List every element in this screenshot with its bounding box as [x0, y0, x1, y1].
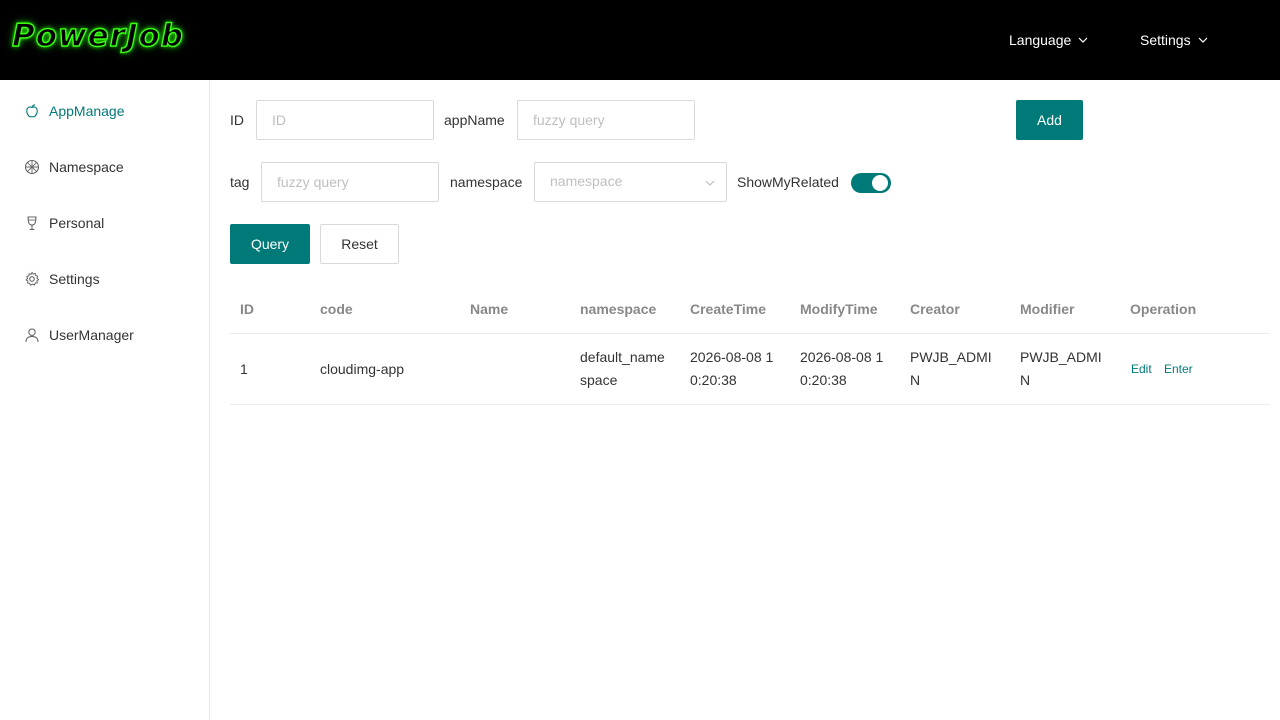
- column-header-namespace: namespace: [580, 301, 657, 317]
- column-header-name: Name: [470, 301, 509, 317]
- cell-modifytime-line2: 0:20:38: [800, 372, 847, 388]
- sidebar-item-label: Personal: [49, 215, 105, 231]
- sidebar: AppManage Namespace Personal Settings Us…: [0, 80, 210, 720]
- table-row-divider: [230, 404, 1270, 405]
- cell-modifytime-line1: 2026-08-08 1: [800, 349, 884, 365]
- appname-filter-label: appName: [444, 112, 505, 128]
- settings-menu-label: Settings: [1140, 32, 1191, 48]
- cell-creator-line2: N: [910, 372, 921, 388]
- add-app-button[interactable]: Add: [1016, 100, 1083, 140]
- cell-modifier-line1: PWJB_ADMI: [1020, 349, 1102, 365]
- sidebar-item-settings[interactable]: Settings: [24, 269, 100, 289]
- sidebar-item-label: Namespace: [49, 159, 124, 175]
- column-header-modifier: Modifier: [1020, 301, 1075, 317]
- enter-link[interactable]: Enter: [1164, 359, 1193, 379]
- sidebar-item-personal[interactable]: Personal: [24, 213, 104, 233]
- tag-filter-input[interactable]: [261, 162, 439, 202]
- namespace-filter-label: namespace: [450, 174, 523, 190]
- aperture-icon: [24, 159, 40, 175]
- powerjob-logo[interactable]: PowerJob: [11, 17, 184, 54]
- user-icon: [24, 327, 40, 343]
- top-header: PowerJob Language Settings: [0, 0, 1280, 80]
- column-header-modifytime: ModifyTime: [800, 301, 878, 317]
- sidebar-item-label: UserManager: [49, 327, 134, 343]
- column-header-operation: Operation: [1130, 301, 1197, 317]
- settings-menu[interactable]: Settings: [1140, 0, 1209, 80]
- chevron-down-icon: [1197, 1, 1209, 81]
- cell-creator-line1: PWJB_ADMI: [910, 349, 992, 365]
- goblet-icon: [24, 215, 40, 231]
- language-menu-label: Language: [1009, 32, 1072, 48]
- sidebar-item-usermanager[interactable]: UserManager: [24, 325, 134, 345]
- sidebar-item-label: AppManage: [49, 103, 125, 119]
- gear-icon: [24, 271, 40, 287]
- sidebar-item-appmanage[interactable]: AppManage: [24, 101, 125, 121]
- sidebar-item-namespace[interactable]: Namespace: [24, 157, 124, 177]
- cell-id: 1: [240, 361, 248, 377]
- cell-createtime-line1: 2026-08-08 1: [690, 349, 774, 365]
- chevron-down-icon: [1077, 1, 1089, 81]
- column-header-code: code: [320, 301, 353, 317]
- namespace-select[interactable]: namespace: [534, 162, 727, 202]
- query-button[interactable]: Query: [230, 224, 310, 264]
- cell-code: cloudimg-app: [320, 361, 405, 377]
- cell-modifier-line2: N: [1020, 372, 1031, 388]
- apple-icon: [24, 103, 40, 119]
- sidebar-item-label: Settings: [49, 271, 100, 287]
- chevron-down-icon: [704, 176, 716, 194]
- edit-link[interactable]: Edit: [1131, 359, 1152, 379]
- cell-namespace-line2: space: [580, 372, 618, 388]
- toggle-knob: [872, 175, 888, 191]
- id-filter-label: ID: [230, 112, 244, 128]
- column-header-creator: Creator: [910, 301, 960, 317]
- tag-filter-label: tag: [230, 174, 250, 190]
- column-header-id: ID: [240, 301, 254, 317]
- namespace-select-placeholder: namespace: [550, 173, 623, 189]
- show-related-toggle[interactable]: [851, 173, 891, 193]
- appname-filter-input[interactable]: [517, 100, 695, 140]
- id-filter-input[interactable]: [256, 100, 434, 140]
- show-related-label: ShowMyRelated: [737, 174, 839, 190]
- table-header-divider: [230, 333, 1270, 334]
- column-header-createtime: CreateTime: [690, 301, 767, 317]
- reset-button[interactable]: Reset: [320, 224, 399, 264]
- language-menu[interactable]: Language: [1009, 0, 1089, 80]
- cell-createtime-line2: 0:20:38: [690, 372, 737, 388]
- cell-namespace-line1: default_name: [580, 349, 665, 365]
